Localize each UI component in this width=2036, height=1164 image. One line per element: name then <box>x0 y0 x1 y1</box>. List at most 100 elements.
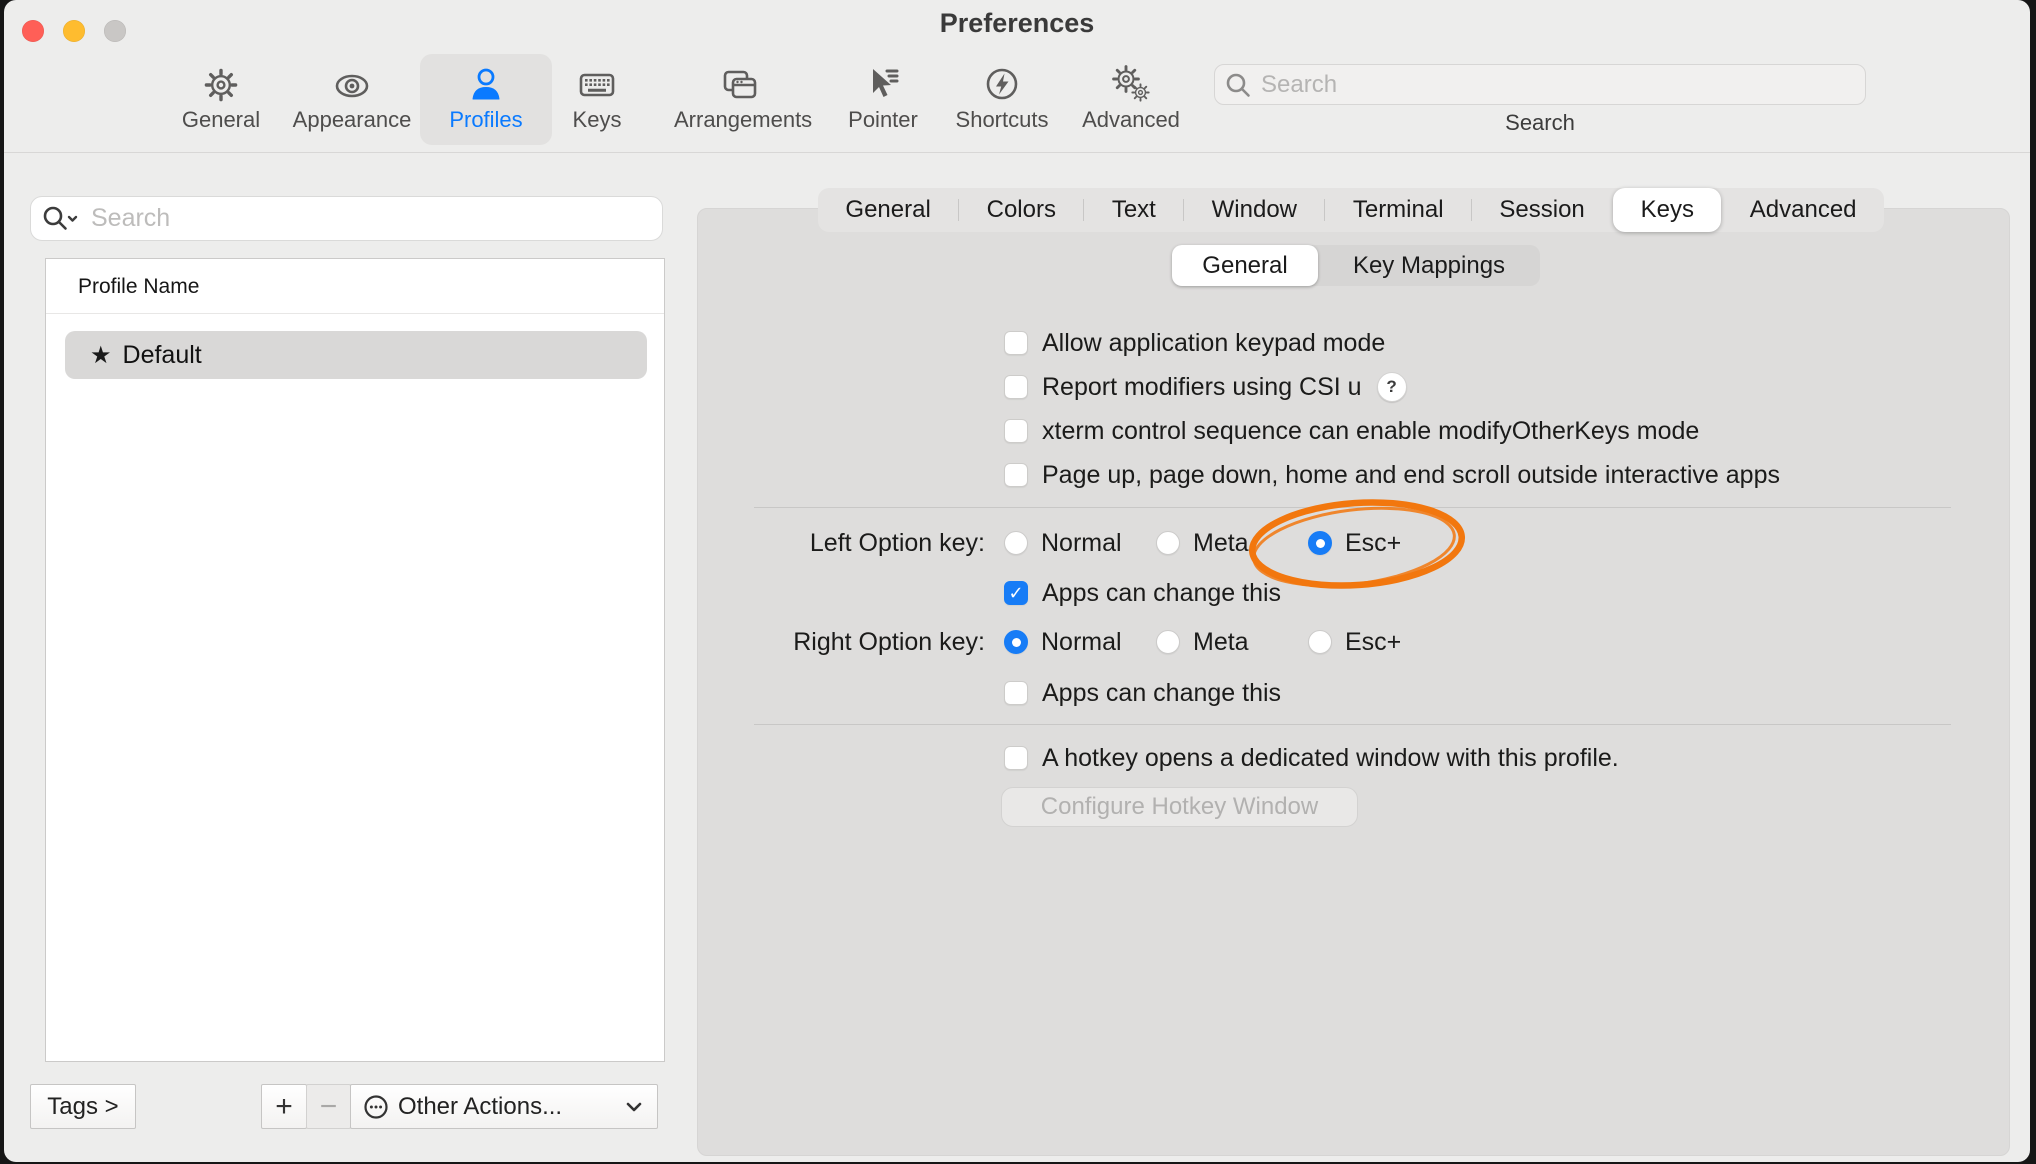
chevron-down-icon <box>625 1101 643 1113</box>
cursor-icon <box>861 62 905 106</box>
tab-session[interactable]: Session <box>1472 188 1612 232</box>
screenshot-root: Preferences General Appearance Profiles <box>0 0 2036 1164</box>
radio-label: Esc+ <box>1345 527 1401 559</box>
checkbox-row-keypad-mode: Allow application keypad mode <box>1004 327 1385 359</box>
toolbar-item-arrangements[interactable]: Arrangements <box>674 54 806 145</box>
checkbox-label: A hotkey opens a dedicated window with t… <box>1042 744 1619 773</box>
tab-text[interactable]: Text <box>1084 188 1183 232</box>
checkbox-keypad-mode[interactable] <box>1004 331 1028 355</box>
tags-button[interactable]: Tags > <box>30 1084 136 1129</box>
toolbar-item-shortcuts[interactable]: Shortcuts <box>936 54 1068 145</box>
windows-icon <box>718 62 762 106</box>
checkbox-csi-u[interactable] <box>1004 375 1028 399</box>
other-actions-label: Other Actions... <box>398 1093 562 1121</box>
checkbox-row-page-scroll: Page up, page down, home and end scroll … <box>1004 459 1780 491</box>
help-button[interactable]: ? <box>1377 372 1407 402</box>
configure-hotkey-window-label: Configure Hotkey Window <box>1041 793 1318 821</box>
radio-label: Meta <box>1193 626 1249 658</box>
tab-label: Keys <box>1641 196 1694 224</box>
subtab-key-mappings[interactable]: Key Mappings <box>1318 245 1540 286</box>
hotkey-row: A hotkey opens a dedicated window with t… <box>1004 742 1619 774</box>
toolbar-divider <box>4 152 2030 153</box>
toolbar-item-label: Shortcuts <box>936 107 1068 133</box>
list-header-divider <box>46 313 664 314</box>
radio-left-option-normal[interactable] <box>1004 531 1028 555</box>
toolbar-item-appearance[interactable]: Appearance <box>286 54 418 145</box>
tab-label: Terminal <box>1353 196 1444 224</box>
checkbox-label: Apps can change this <box>1042 679 1281 708</box>
toolbar-item-pointer[interactable]: Pointer <box>817 54 949 145</box>
tags-button-label: Tags > <box>47 1093 118 1121</box>
double-gear-icon <box>1109 62 1153 106</box>
toolbar-item-advanced[interactable]: Advanced <box>1065 54 1197 145</box>
search-scope-icon <box>41 205 81 233</box>
add-profile-button[interactable]: + <box>261 1084 307 1129</box>
question-mark-icon: ? <box>1386 377 1396 397</box>
radio-right-option-meta[interactable] <box>1156 630 1180 654</box>
tab-label: Window <box>1212 196 1297 224</box>
subtab-general[interactable]: General <box>1172 245 1318 286</box>
tab-general[interactable]: General <box>818 188 958 232</box>
right-option-key-label: Right Option key: <box>698 626 985 658</box>
radio-label: Normal <box>1041 626 1122 658</box>
toolbar-item-general[interactable]: General <box>155 54 287 145</box>
profile-list-header: Profile Name <box>78 275 664 299</box>
tab-terminal[interactable]: Terminal <box>1325 188 1471 232</box>
radio-right-option-esc[interactable] <box>1308 630 1332 654</box>
profile-search-input[interactable] <box>89 203 652 234</box>
right-option-apps-row: Apps can change this <box>1004 677 1281 709</box>
toolbar-item-keys[interactable]: Keys <box>531 54 663 145</box>
keys-settings-panel: General Key Mappings Allow application k… <box>697 208 2010 1156</box>
radio-label: Esc+ <box>1345 626 1401 658</box>
tab-advanced[interactable]: Advanced <box>1722 188 1884 232</box>
profile-tab-bar: General Colors Text Window Terminal Sess… <box>818 188 1884 232</box>
toolbar-item-label: Advanced <box>1065 107 1197 133</box>
keyboard-icon <box>575 62 619 106</box>
checkbox-hotkey-window[interactable] <box>1004 746 1028 770</box>
lightning-bolt-icon <box>980 62 1024 106</box>
checkbox-row-modifyotherkeys: xterm control sequence can enable modify… <box>1004 415 1699 447</box>
tab-label: General <box>845 196 930 224</box>
eye-icon <box>330 62 374 106</box>
gear-icon <box>199 62 243 106</box>
remove-profile-button: − <box>306 1084 351 1129</box>
keys-subtab-control: General Key Mappings <box>1172 245 1540 286</box>
section-divider <box>754 724 1951 725</box>
radio-right-option-normal[interactable] <box>1004 630 1028 654</box>
window-title: Preferences <box>4 8 2030 39</box>
configure-hotkey-window-button: Configure Hotkey Window <box>1001 787 1358 827</box>
checkbox-modifyotherkeys[interactable] <box>1004 419 1028 443</box>
other-actions-dropdown[interactable]: Other Actions... <box>350 1084 658 1129</box>
plus-icon: + <box>275 1090 293 1124</box>
toolbar-search-input[interactable] <box>1259 70 1855 100</box>
subtab-label: Key Mappings <box>1353 252 1505 280</box>
person-icon <box>464 62 508 106</box>
checkbox-right-apps-can-change[interactable] <box>1004 681 1028 705</box>
profile-search-field[interactable] <box>30 196 663 241</box>
profile-row-default[interactable]: ★ Default <box>65 331 647 379</box>
profile-list: Profile Name ★ Default <box>45 258 665 1062</box>
radio-left-option-meta[interactable] <box>1156 531 1180 555</box>
toolbar-item-label: Arrangements <box>674 107 806 133</box>
minus-icon: − <box>320 1090 338 1124</box>
right-option-key-row: Right Option key: Normal Meta Esc+ <box>698 626 2009 658</box>
checkbox-label: Apps can change this <box>1042 579 1281 608</box>
checkbox-row-csi-u: Report modifiers using CSI u ? <box>1004 371 1407 403</box>
toolbar-search-label: Search <box>1214 110 1866 136</box>
profile-name: Default <box>123 341 202 370</box>
tab-window[interactable]: Window <box>1184 188 1324 232</box>
tab-keys[interactable]: Keys <box>1613 188 1721 232</box>
radio-left-option-esc[interactable] <box>1308 531 1332 555</box>
checkbox-page-scroll[interactable] <box>1004 463 1028 487</box>
checkbox-label: Report modifiers using CSI u <box>1042 373 1362 402</box>
tab-colors[interactable]: Colors <box>959 188 1083 232</box>
toolbar-search-field[interactable] <box>1214 64 1866 105</box>
star-icon: ★ <box>90 341 112 370</box>
radio-label: Normal <box>1041 527 1122 559</box>
checkbox-left-apps-can-change[interactable] <box>1004 581 1028 605</box>
toolbar-item-label: Keys <box>531 107 663 133</box>
radio-label: Meta <box>1193 527 1249 559</box>
checkbox-label: Page up, page down, home and end scroll … <box>1042 461 1780 490</box>
left-option-key-row: Left Option key: Normal Meta Esc+ <box>698 527 2009 559</box>
search-icon <box>1225 72 1251 98</box>
